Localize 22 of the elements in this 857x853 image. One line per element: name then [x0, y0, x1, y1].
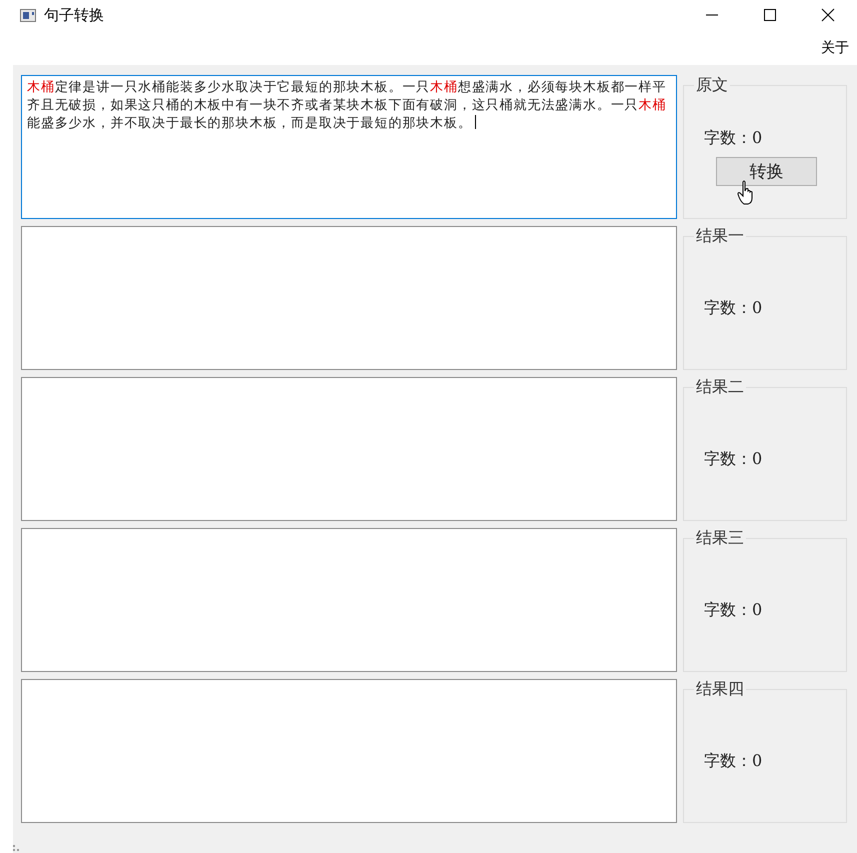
count-label: 字数：0: [704, 600, 762, 620]
count-label: 字数：0: [704, 448, 762, 470]
close-icon: [821, 8, 835, 22]
group-title: 结果三: [695, 528, 745, 549]
group-title: 结果二: [695, 377, 745, 398]
app-icon: [20, 8, 36, 22]
text-cursor: [474, 115, 476, 129]
text-area[interactable]: 木桶定律是讲一只水桶能装多少水取决于它最短的那块木板。一只木桶想盛满水，必须每块木板都一样平齐且无破损，如果这只桶的木板中有一块不齐或者某块木板下面有破洞，这只桶就无法盛满水。一只木桶 能盛多少水，并不取决于最长的那块木板，而是取决于最短的那块木板。: [21, 75, 677, 219]
group-title: 结果一: [695, 226, 745, 247]
menu-item[interactable]: 关于: [815, 36, 857, 58]
maximize-icon: [764, 9, 776, 21]
text-area[interactable]: [21, 226, 677, 370]
group-title: 结果四: [695, 679, 745, 700]
count-label: 字数：0: [704, 750, 762, 772]
resize-grip-icon: [13, 845, 21, 853]
text-area[interactable]: [21, 528, 677, 672]
count-label: 字数：0: [704, 298, 762, 318]
text-area[interactable]: [21, 679, 677, 823]
count-label: 字数：0: [704, 128, 762, 149]
group-title: 原文: [695, 75, 729, 96]
window-title: 句子转换: [44, 6, 104, 24]
text-area[interactable]: [21, 377, 677, 521]
